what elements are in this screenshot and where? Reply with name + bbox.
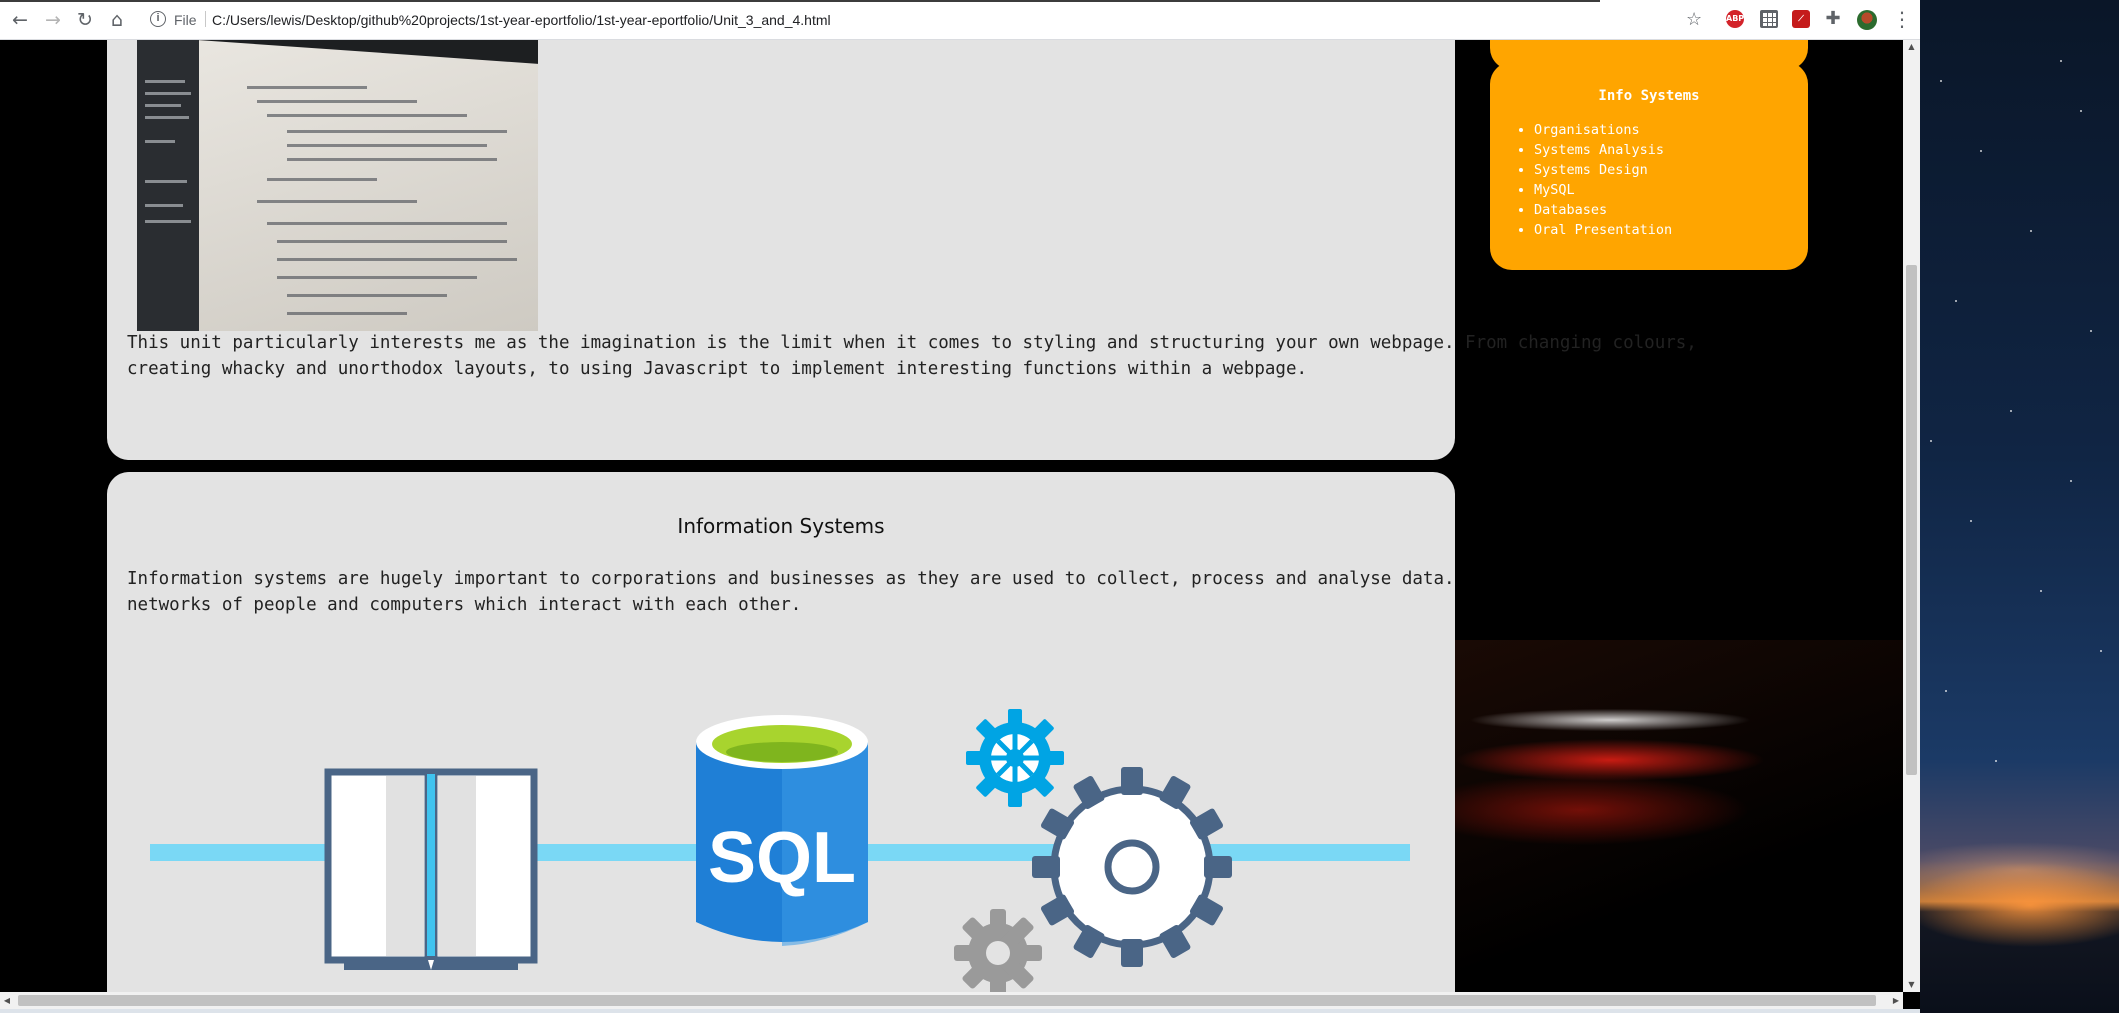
abp-icon[interactable]: ABP: [1726, 10, 1744, 28]
sidebar-title: Info Systems: [1598, 88, 1700, 104]
grey-gear-icon: [954, 909, 1042, 992]
taskbar-edge: [0, 1009, 1920, 1013]
url-text[interactable]: C:/Users/lewis/Desktop/github%20projects…: [212, 12, 831, 28]
sql-label: SQL: [708, 818, 856, 898]
section-heading: Information Systems: [677, 514, 885, 538]
sidebar-item-mysql[interactable]: MySQL: [1534, 180, 1672, 200]
sidebar-item-databases[interactable]: Databases: [1534, 200, 1672, 220]
web-development-paragraph: This unit particularly interests me as t…: [127, 330, 1697, 382]
sidebar-list: Organisations Systems Analysis Systems D…: [1517, 120, 1672, 240]
tab-strip-edge: [0, 0, 1600, 2]
web-development-card: This unit particularly interests me as t…: [107, 40, 1697, 460]
horizontal-scrollbar[interactable]: ◀ ▶: [0, 992, 1903, 1009]
paragraph-line: Information systems are hugely important…: [127, 569, 1455, 589]
sidebar-item-systems-analysis[interactable]: Systems Analysis: [1534, 140, 1672, 160]
information-systems-paragraph: Information systems are hugely important…: [127, 566, 1455, 618]
horizontal-scroll-thumb[interactable]: [18, 995, 1876, 1006]
paragraph-line: networks of people and computers which i…: [127, 595, 802, 615]
scheme-label: File: [174, 12, 197, 28]
desktop-wallpaper: [1920, 0, 2119, 1013]
forward-arrow-icon[interactable]: →: [42, 9, 64, 31]
profile-avatar[interactable]: [1857, 10, 1877, 30]
scroll-right-arrow-icon[interactable]: ▶: [1889, 992, 1903, 1009]
large-gear-icon: [1032, 767, 1232, 967]
information-systems-card: Information Systems Information systems …: [107, 472, 1455, 992]
reload-icon[interactable]: ↻: [74, 9, 96, 31]
vertical-scroll-thumb[interactable]: [1906, 265, 1917, 775]
site-info-icon[interactable]: i: [150, 11, 166, 27]
bookmark-star-icon[interactable]: ☆: [1686, 9, 1702, 30]
back-arrow-icon[interactable]: ←: [9, 9, 31, 31]
scroll-down-arrow-icon[interactable]: ▼: [1903, 978, 1920, 992]
scroll-left-arrow-icon[interactable]: ◀: [0, 992, 14, 1009]
browser-toolbar: ← → ↻ ⌂ i File C:/Users/lewis/Desktop/gi…: [0, 0, 1920, 40]
info-systems-sidebar: Info Systems Organisations Systems Analy…: [1490, 62, 1808, 270]
scroll-up-arrow-icon[interactable]: ▲: [1903, 40, 1920, 54]
light-trail-background: [1450, 640, 1903, 992]
address-divider: [205, 11, 206, 27]
sidebar-item-oral-presentation[interactable]: Oral Presentation: [1534, 220, 1672, 240]
home-icon[interactable]: ⌂: [106, 9, 128, 31]
address-bar[interactable]: i File C:/Users/lewis/Desktop/github%20p…: [150, 7, 1700, 33]
sidebar-item-systems-design[interactable]: Systems Design: [1534, 160, 1672, 180]
paragraph-line: creating whacky and unorthodox layouts, …: [127, 359, 1308, 379]
paragraph-line: This unit particularly interests me as t…: [127, 333, 1697, 353]
vertical-scrollbar[interactable]: ▲ ▼: [1903, 40, 1920, 992]
page-viewport: This unit particularly interests me as t…: [0, 40, 1903, 992]
open-book-icon: [324, 768, 538, 970]
menu-kebab-icon[interactable]: ⋮: [1892, 7, 1912, 31]
sql-database-icon: SQL: [696, 715, 868, 946]
code-editor-photo: [137, 40, 538, 331]
grid-extension-icon[interactable]: [1760, 10, 1778, 28]
information-systems-illustration: SQL: [107, 662, 1455, 992]
pdf-extension-icon[interactable]: ⟋: [1792, 10, 1810, 28]
sidebar-item-organisations[interactable]: Organisations: [1534, 120, 1672, 140]
puzzle-icon[interactable]: ✚: [1824, 10, 1842, 28]
